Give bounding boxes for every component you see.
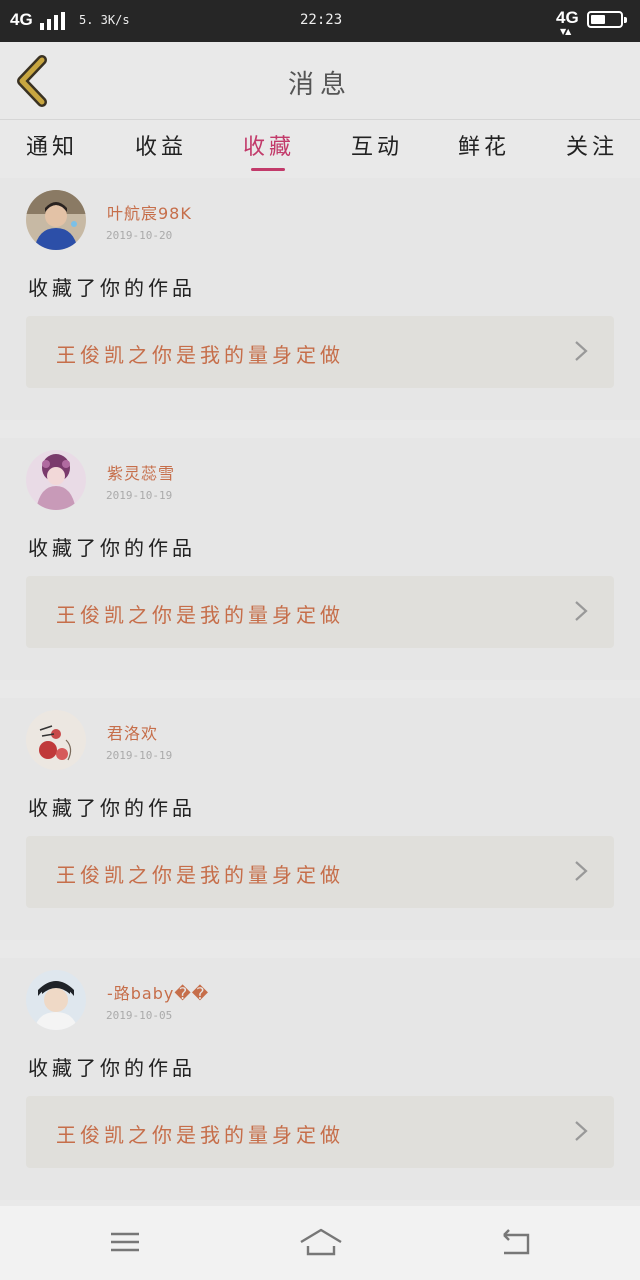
avatar[interactable] — [26, 450, 86, 510]
list-item: 君洛欢 2019-10-19 收藏了你的作品 王俊凯之你是我的量身定做 — [0, 698, 640, 940]
work-link[interactable]: 王俊凯之你是我的量身定做 — [26, 836, 614, 908]
avatar[interactable] — [26, 190, 86, 250]
data-activity-icon: ▼▲ — [560, 27, 571, 36]
signal-icon — [40, 12, 68, 30]
chevron-right-icon — [575, 861, 588, 881]
timestamp: 2019-10-19 — [106, 489, 173, 502]
battery-icon — [587, 11, 627, 28]
tab-notifications[interactable]: 通知 — [26, 129, 78, 161]
tab-favorites[interactable]: 收藏 — [243, 129, 295, 161]
work-title: 王俊凯之你是我的量身定做 — [56, 863, 344, 887]
back-arrow-icon — [503, 1229, 530, 1255]
list-item: -路baby�� 2019-10-05 收藏了你的作品 王俊凯之你是我的量身定做 — [0, 958, 640, 1200]
action-text: 收藏了你的作品 — [28, 1056, 196, 1080]
app-header: 消息 — [0, 42, 640, 120]
home-icon — [300, 1228, 342, 1256]
system-nav-bar — [0, 1206, 640, 1280]
action-text: 收藏了你的作品 — [28, 796, 196, 820]
list-item: 紫灵蕊雪 2019-10-19 收藏了你的作品 王俊凯之你是我的量身定做 — [0, 438, 640, 680]
work-link[interactable]: 王俊凯之你是我的量身定做 — [26, 576, 614, 648]
action-text: 收藏了你的作品 — [28, 536, 196, 560]
back-nav-button[interactable] — [496, 1224, 536, 1260]
home-button[interactable] — [298, 1224, 344, 1260]
tab-follows[interactable]: 关注 — [566, 129, 618, 161]
page-title: 消息 — [287, 70, 352, 100]
network-type: 4G — [10, 10, 33, 29]
tab-interactions[interactable]: 互动 — [351, 129, 403, 161]
timestamp: 2019-10-20 — [106, 229, 173, 242]
username[interactable]: 君洛欢 — [107, 720, 158, 744]
username[interactable]: -路baby�� — [107, 980, 209, 1004]
avatar[interactable] — [26, 970, 86, 1030]
username[interactable]: 紫灵蕊雪 — [107, 460, 175, 484]
work-title: 王俊凯之你是我的量身定做 — [56, 1123, 344, 1147]
chevron-right-icon — [575, 1121, 588, 1141]
clock: 22:23 — [300, 12, 343, 28]
username[interactable]: 叶航宸98K — [107, 200, 192, 224]
menu-icon — [111, 1232, 139, 1252]
status-bar: 4G 5. 3K/s 22:23 4G ▼▲ — [0, 0, 640, 42]
timestamp: 2019-10-05 — [106, 1009, 173, 1022]
tab-bar: 通知 收益 收藏 互动 鲜花 关注 — [0, 121, 640, 177]
timestamp: 2019-10-19 — [106, 749, 173, 762]
network-speed: 5. 3K/s — [79, 13, 130, 27]
chevron-right-icon — [575, 341, 588, 361]
tab-earnings[interactable]: 收益 — [135, 129, 187, 161]
network-type-right: 4G — [556, 8, 579, 27]
chevron-right-icon — [575, 601, 588, 621]
action-text: 收藏了你的作品 — [28, 276, 196, 300]
menu-button[interactable] — [105, 1224, 145, 1260]
work-title: 王俊凯之你是我的量身定做 — [56, 603, 344, 627]
work-link[interactable]: 王俊凯之你是我的量身定做 — [26, 1096, 614, 1168]
list-item: 叶航宸98K 2019-10-20 收藏了你的作品 王俊凯之你是我的量身定做 — [0, 178, 640, 420]
active-tab-indicator — [251, 168, 285, 171]
work-link[interactable]: 王俊凯之你是我的量身定做 — [26, 316, 614, 388]
tab-flowers[interactable]: 鲜花 — [458, 129, 510, 161]
work-title: 王俊凯之你是我的量身定做 — [56, 343, 344, 367]
avatar[interactable] — [26, 710, 86, 770]
